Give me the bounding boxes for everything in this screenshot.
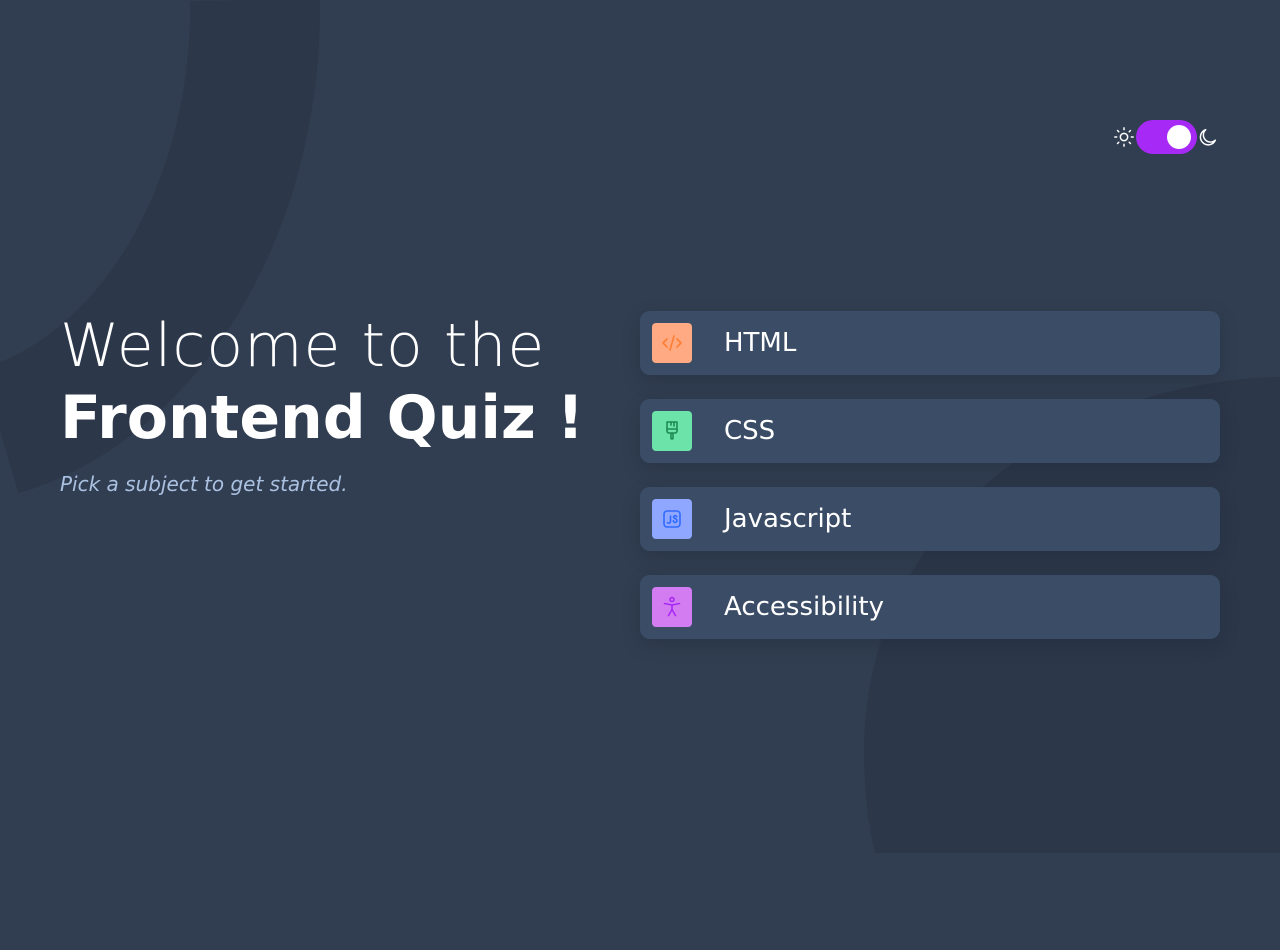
subtitle: Pick a subject to get started. bbox=[60, 472, 348, 496]
accessibility-icon bbox=[663, 596, 681, 617]
welcome-heading: Welcome to the bbox=[60, 311, 546, 381]
subject-css-button[interactable]: CSS bbox=[640, 399, 1220, 463]
intro-section: Welcome to the Frontend Quiz ! Pick a su… bbox=[60, 310, 585, 496]
subject-javascript-button[interactable]: Javascript bbox=[640, 487, 1220, 551]
js-icon bbox=[663, 510, 681, 528]
subject-accessibility-button[interactable]: Accessibility bbox=[640, 575, 1220, 639]
subject-label: CSS bbox=[724, 416, 776, 446]
theme-toggle[interactable] bbox=[1113, 120, 1217, 154]
accessibility-icon-box bbox=[652, 587, 692, 627]
sun-icon bbox=[1114, 127, 1134, 147]
theme-switch[interactable] bbox=[1136, 120, 1197, 154]
code-icon bbox=[662, 335, 682, 351]
javascript-icon-box bbox=[652, 499, 692, 539]
subject-label: Accessibility bbox=[724, 592, 884, 622]
html-icon-box bbox=[652, 323, 692, 363]
moon-icon bbox=[1199, 128, 1217, 146]
quiz-title: Frontend Quiz ! bbox=[60, 383, 585, 453]
subject-list: HTML CSS Javascript Accessibility bbox=[640, 311, 1220, 663]
subject-html-button[interactable]: HTML bbox=[640, 311, 1220, 375]
theme-switch-knob[interactable] bbox=[1167, 125, 1191, 149]
paintbrush-icon bbox=[666, 421, 678, 440]
subject-label: Javascript bbox=[724, 504, 852, 534]
subject-label: HTML bbox=[724, 328, 797, 358]
css-icon-box bbox=[652, 411, 692, 451]
